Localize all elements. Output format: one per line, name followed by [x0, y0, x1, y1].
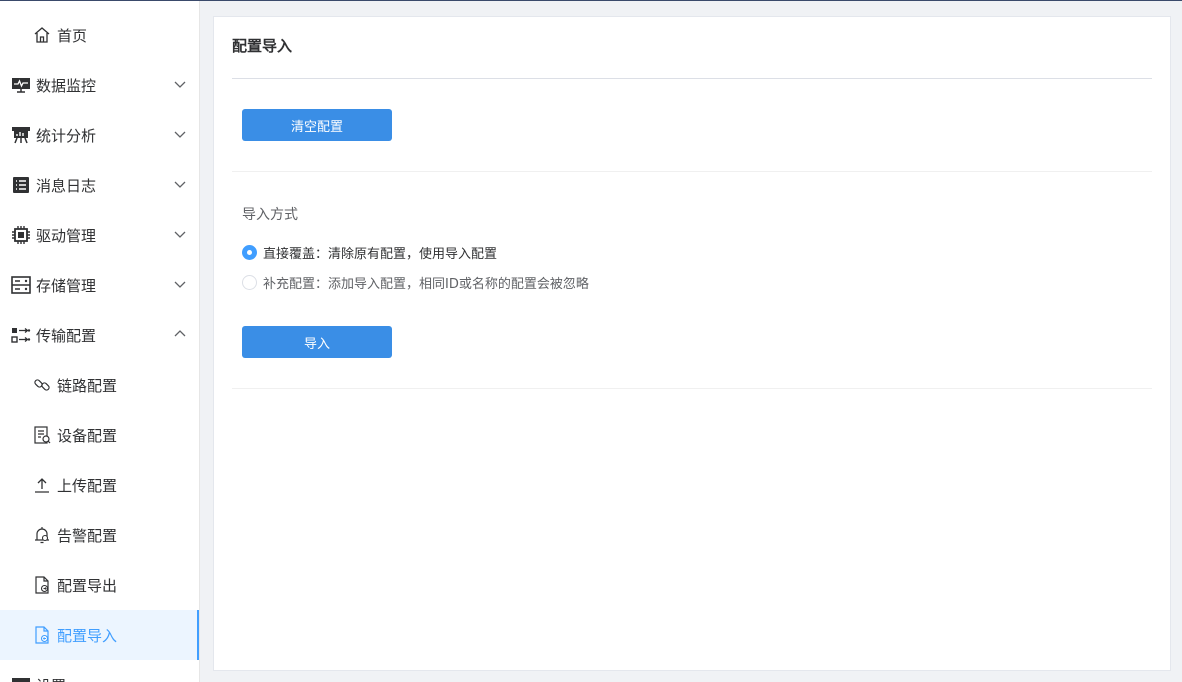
sidebar-item-label: 驱动管理	[36, 226, 97, 245]
transfer-icon	[11, 325, 31, 345]
sidebar-item-config-import[interactable]: 配置导入	[0, 610, 199, 660]
sidebar-item-driver[interactable]: 驱动管理	[0, 210, 199, 260]
chart-board-icon	[11, 125, 31, 145]
radio-label: 直接覆盖：清除原有配置，使用导入配置	[263, 247, 498, 262]
sidebar-item-label: 设备配置	[57, 426, 118, 445]
settings-icon	[11, 675, 31, 682]
log-icon	[11, 175, 31, 195]
sidebar-item-label: 设置	[36, 675, 66, 682]
sidebar-item-home[interactable]: 首页	[0, 10, 199, 60]
chevron-down-icon	[174, 81, 186, 88]
sidebar-item-label: 传输配置	[36, 326, 97, 345]
title-divider	[232, 78, 1152, 79]
alarm-icon	[32, 525, 52, 545]
sidebar-item-label: 首页	[57, 26, 88, 45]
sidebar-item-label: 配置导出	[57, 576, 118, 595]
chevron-down-icon	[174, 281, 186, 288]
chevron-down-icon	[174, 131, 186, 138]
sidebar-item-alarm-config[interactable]: 告警配置	[0, 510, 199, 560]
radio-overwrite[interactable]: 直接覆盖：清除原有配置，使用导入配置	[242, 243, 497, 262]
radio-button[interactable]	[242, 275, 257, 290]
sidebar-item-label: 告警配置	[57, 526, 118, 545]
page-title: 配置导入	[232, 37, 293, 55]
sidebar-item-config-export[interactable]: 配置导出	[0, 560, 199, 610]
section-divider	[232, 171, 1152, 172]
chevron-up-icon	[174, 330, 186, 337]
radio-button-checked[interactable]	[242, 245, 257, 260]
sidebar-item-settings[interactable]: 设置	[0, 660, 199, 682]
chevron-down-icon	[174, 231, 186, 238]
chip-icon	[11, 225, 31, 245]
sidebar-item-statistics[interactable]: 统计分析	[0, 110, 199, 160]
sidebar-item-label: 数据监控	[36, 76, 97, 95]
storage-icon	[11, 275, 31, 295]
radio-supplement[interactable]: 补充配置：添加导入配置，相同ID或名称的配置会被忽略	[242, 273, 589, 292]
sidebar-item-label: 消息日志	[36, 176, 97, 195]
radio-label: 补充配置：添加导入配置，相同ID或名称的配置会被忽略	[263, 277, 589, 292]
sidebar-item-label: 统计分析	[36, 126, 97, 145]
sidebar-item-monitor[interactable]: 数据监控	[0, 60, 199, 110]
home-icon	[32, 25, 52, 45]
export-file-icon	[32, 575, 52, 595]
sidebar-item-upload-config[interactable]: 上传配置	[0, 460, 199, 510]
sidebar-item-label: 链路配置	[57, 376, 118, 395]
chevron-down-icon	[174, 181, 186, 188]
sidebar-item-storage[interactable]: 存储管理	[0, 260, 199, 310]
sidebar-item-label: 上传配置	[57, 476, 118, 495]
monitor-icon	[11, 75, 31, 95]
main-panel: 配置导入 清空配置 导入方式 直接覆盖：清除原有配置，使用导入配置 补充配置：添…	[213, 16, 1171, 671]
sidebar-item-message-log[interactable]: 消息日志	[0, 160, 199, 210]
sidebar-item-link-config[interactable]: 链路配置	[0, 360, 199, 410]
link-icon	[32, 375, 52, 395]
import-mode-label: 导入方式	[242, 207, 298, 223]
import-file-icon	[32, 625, 52, 645]
section-divider-bottom	[232, 388, 1152, 389]
upload-icon	[32, 475, 52, 495]
sidebar-item-transfer-config[interactable]: 传输配置	[0, 310, 199, 360]
sidebar-item-device-config[interactable]: 设备配置	[0, 410, 199, 460]
import-button[interactable]: 导入	[242, 326, 392, 358]
sidebar-item-label: 配置导入	[57, 626, 118, 645]
sidebar: 首页 数据监控 统计分析 消息日志 驱动管理 存储管理 传输配置 链路配置 设备…	[0, 1, 200, 682]
clear-config-button[interactable]: 清空配置	[242, 109, 392, 141]
device-icon	[32, 425, 52, 445]
sidebar-item-label: 存储管理	[36, 276, 97, 295]
